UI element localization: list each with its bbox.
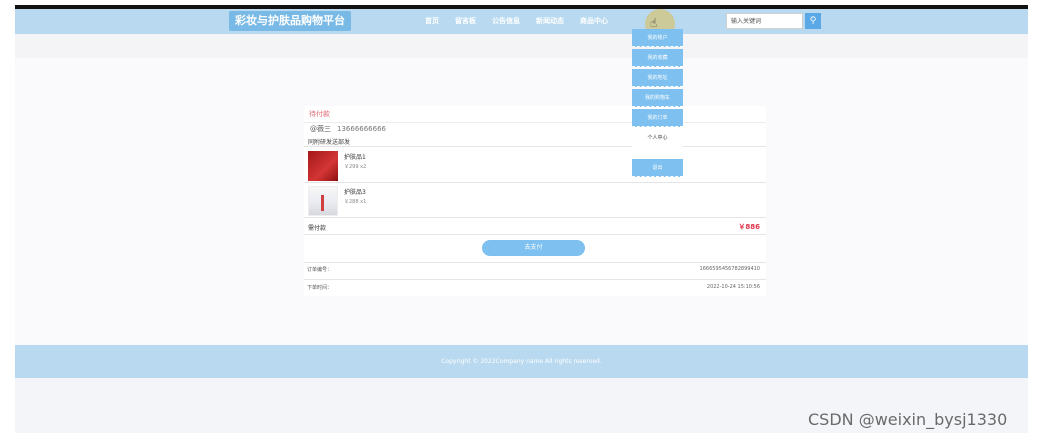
divider [304,122,766,123]
order-item[interactable]: 护肤品1 ￥299 x2 [308,149,768,183]
order-number-label: 订单编号： [307,267,333,273]
nav-announcements[interactable]: 公告信息 [484,9,528,34]
sub-header-band [15,34,1028,58]
menu-my-orders[interactable]: 我的订单 [632,109,683,127]
search-input[interactable]: 输入关键词 [726,13,803,29]
divider [304,279,766,280]
amount-due-label: 需付款 [308,225,327,232]
search-button[interactable]: ⚲ [805,13,821,29]
recipient-name: @薇三 [310,125,331,133]
copyright-text: Copyright © 2022Company name All rights … [441,358,602,365]
site-header: 彩妆与护肤品购物平台 首页 留言板 公告信息 新闻动态 商品中心 输入关键词 ⚲ [15,9,1028,39]
menu-spacer [632,149,683,159]
brand-logo[interactable]: 彩妆与护肤品购物平台 [229,11,351,31]
menu-personal-center[interactable]: 个人中心 [632,129,683,147]
amount-due-value: ￥886 [738,223,760,231]
main-nav: 首页 留言板 公告信息 新闻动态 商品中心 [417,9,616,34]
recipient-phone: 13666666666 [337,125,386,133]
product-name: 护肤品3 [344,189,366,196]
divider [304,234,766,235]
menu-logout[interactable]: 退出 [632,159,683,177]
nav-message-board[interactable]: 留言板 [447,9,484,34]
menu-my-cart[interactable]: 我的购物车 [632,89,683,107]
product-thumbnail[interactable] [308,151,338,181]
product-thumbnail[interactable] [308,186,338,216]
menu-my-favorites[interactable]: 我的收藏 [632,49,683,67]
order-time-value: 2022-10-24 15:10:56 [706,284,760,290]
hand-cursor-icon: ☝ [650,16,658,30]
recipient-address: 同附研发送部发 [308,139,351,146]
recipient: @薇三 13666666666 [310,124,386,134]
product-price-qty: ￥299 x2 [344,164,367,170]
menu-my-address[interactable]: 我的地址 [632,69,683,87]
order-status: 待付款 [309,110,330,118]
divider [304,262,766,263]
watermark-text: CSDN @weixin_bysj1330 [808,410,1008,429]
menu-my-account[interactable]: 我的账户 [632,29,683,47]
order-number-value: 1666595456782899410 [699,266,760,272]
nav-products[interactable]: 商品中心 [572,9,616,34]
nav-news[interactable]: 新闻动态 [528,9,572,34]
pay-button[interactable]: 去支付 [482,240,585,256]
order-time-label: 下单时间： [307,285,333,291]
nav-home[interactable]: 首页 [417,9,447,34]
divider [304,182,766,183]
order-item[interactable]: 护肤品3 ￥288 x1 [308,184,768,218]
divider [304,146,766,147]
search-icon: ⚲ [809,16,817,26]
order-detail-panel: 待付款 @薇三 13666666666 同附研发送部发 护肤品1 ￥299 x2 … [304,106,766,296]
divider [304,217,766,218]
product-name: 护肤品1 [344,154,366,161]
site-footer: Copyright © 2022Company name All rights … [15,345,1028,378]
user-dropdown-menu: 我的账户 我的收藏 我的地址 我的购物车 我的订单 个人中心 退出 [632,29,683,179]
product-price-qty: ￥288 x1 [344,199,367,205]
